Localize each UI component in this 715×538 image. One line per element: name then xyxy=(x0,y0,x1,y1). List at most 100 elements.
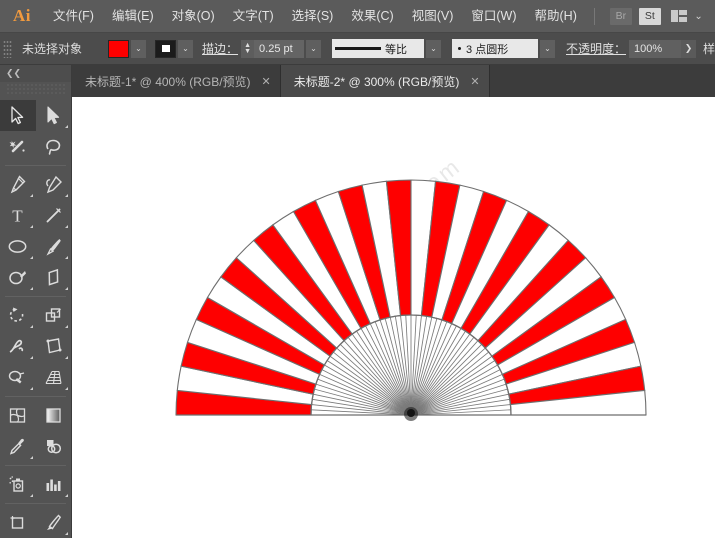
magic-wand-tool[interactable] xyxy=(0,131,36,162)
svg-text:T: T xyxy=(13,207,24,226)
brush-label: 3 点圆形 xyxy=(466,43,509,56)
tool-row xyxy=(0,469,71,500)
folding-fan-artwork[interactable] xyxy=(72,97,715,538)
flyout-indicator-icon xyxy=(65,225,68,228)
perspective-grid-tool[interactable] xyxy=(36,362,72,393)
brush-chevron-down-icon[interactable]: ⌄ xyxy=(540,39,555,58)
eyedropper-tool[interactable] xyxy=(0,431,36,462)
close-icon[interactable]: ✕ xyxy=(262,75,271,88)
pen-tool[interactable] xyxy=(0,169,36,200)
chevron-down-icon[interactable]: ⌄ xyxy=(694,11,702,22)
opacity-label[interactable]: 不透明度： xyxy=(566,40,626,57)
lasso-tool[interactable] xyxy=(36,131,72,162)
app-logo: Ai xyxy=(13,6,31,25)
artboard-tool[interactable] xyxy=(0,507,36,538)
stroke-weight-input[interactable]: 0.25 pt xyxy=(254,39,305,58)
flyout-indicator-icon xyxy=(65,125,68,128)
tab-untitled-1[interactable]: 未标题-1* @ 400% (RGB/预览) ✕ xyxy=(72,65,281,97)
flyout-indicator-icon xyxy=(29,325,33,328)
shape-builder-tool[interactable] xyxy=(0,362,36,393)
flyout-indicator-icon xyxy=(29,356,33,359)
tools-list: T xyxy=(0,98,71,538)
scale-tool[interactable] xyxy=(36,300,72,331)
selection-tool[interactable] xyxy=(0,100,36,131)
menu-select[interactable]: 选择(S) xyxy=(283,0,343,33)
direct-selection-tool[interactable] xyxy=(36,100,72,131)
menu-file[interactable]: 文件(F) xyxy=(44,0,103,33)
opacity-flyout-arrow-icon[interactable]: ❯ xyxy=(681,39,697,58)
menu-object[interactable]: 对象(O) xyxy=(163,0,224,33)
mesh-tool[interactable] xyxy=(0,400,36,431)
stroke-dropdown-chevron-down-icon[interactable]: ⌄ xyxy=(178,39,194,58)
control-bar: 未选择对象 ⌄ ⌄ 描边： ▲ ▼ 0.25 pt ⌄ 等比 ⌄ 3 点圆形 ⌄… xyxy=(0,33,715,65)
tool-row xyxy=(0,231,71,262)
selection-status: 未选择对象 xyxy=(22,42,83,56)
workspace-switcher-icon[interactable] xyxy=(670,9,688,23)
stroke-weight-label[interactable]: 描边： xyxy=(202,40,238,57)
tools-panel-header[interactable]: ❮❮ xyxy=(0,65,71,82)
line-segment-tool[interactable] xyxy=(36,200,72,231)
flyout-indicator-icon xyxy=(65,325,68,328)
tool-row xyxy=(0,400,71,431)
column-graph-tool[interactable] xyxy=(36,469,72,500)
shaper-tool[interactable] xyxy=(0,262,36,293)
tool-divider xyxy=(5,296,66,297)
flyout-indicator-icon xyxy=(29,494,33,497)
fill-swatch-group[interactable]: ⌄ xyxy=(108,39,155,58)
gradient-tool[interactable] xyxy=(36,400,72,431)
menu-type[interactable]: 文字(T) xyxy=(224,0,283,33)
stroke-profile-select[interactable]: 等比 xyxy=(332,39,425,58)
brush-definition-select[interactable]: 3 点圆形 xyxy=(452,39,538,58)
flyout-indicator-icon xyxy=(29,287,33,290)
document-canvas[interactable]: www.51yuansu.com xyxy=(72,97,715,538)
tool-row xyxy=(0,100,71,131)
stock-button[interactable]: St xyxy=(638,7,661,25)
stroke-weight-chevron-down-icon[interactable]: ⌄ xyxy=(306,39,322,58)
menu-window[interactable]: 窗口(W) xyxy=(462,0,525,33)
menu-edit[interactable]: 编辑(E) xyxy=(103,0,163,33)
menu-help[interactable]: 帮助(H) xyxy=(526,0,586,33)
bridge-button[interactable]: Br xyxy=(609,7,632,25)
slice-tool[interactable] xyxy=(36,507,72,538)
flyout-indicator-icon xyxy=(65,194,68,197)
collapse-panel-icon[interactable]: ❮❮ xyxy=(6,68,21,79)
stroke-weight-stepper[interactable]: ▲ ▼ xyxy=(241,39,255,58)
document-tab-bar: 未标题-1* @ 400% (RGB/预览) ✕ 未标题-2* @ 300% (… xyxy=(72,65,715,97)
tools-panel: ❮❮ T xyxy=(0,65,72,538)
flyout-indicator-icon xyxy=(65,256,68,259)
styles-label-clipped[interactable]: 样 xyxy=(703,40,715,57)
tool-row xyxy=(0,431,71,462)
blend-tool[interactable] xyxy=(36,431,72,462)
flyout-indicator-icon xyxy=(29,225,33,228)
type-tool[interactable]: T xyxy=(0,200,36,231)
eraser-tool[interactable] xyxy=(36,262,72,293)
symbol-sprayer-tool[interactable] xyxy=(0,469,36,500)
tools-panel-grip[interactable] xyxy=(6,83,65,96)
illustrator-window: Ai 文件(F) 编辑(E) 对象(O) 文字(T) 选择(S) 效果(C) 视… xyxy=(0,0,715,538)
stepper-down-icon: ▼ xyxy=(244,47,251,55)
tool-row xyxy=(0,131,71,162)
flyout-indicator-icon xyxy=(65,387,68,390)
brush-preview-icon xyxy=(458,47,462,50)
menu-bar: Ai 文件(F) 编辑(E) 对象(O) 文字(T) 选择(S) 效果(C) 视… xyxy=(0,0,715,33)
rotate-tool[interactable] xyxy=(0,300,36,331)
paintbrush-tool[interactable] xyxy=(36,231,72,262)
stroke-swatch-group[interactable]: ⌄ xyxy=(155,39,202,58)
fill-color-swatch[interactable] xyxy=(108,39,130,58)
free-transform-tool[interactable] xyxy=(36,331,72,362)
tool-row: T xyxy=(0,200,71,231)
fill-dropdown-chevron-down-icon[interactable]: ⌄ xyxy=(131,39,147,58)
close-icon[interactable]: ✕ xyxy=(470,75,479,88)
control-bar-grip[interactable] xyxy=(3,39,12,58)
ellipse-tool[interactable] xyxy=(0,231,36,262)
menu-view[interactable]: 视图(V) xyxy=(403,0,463,33)
stroke-color-swatch[interactable] xyxy=(155,39,177,58)
curvature-tool[interactable] xyxy=(36,169,72,200)
tool-row xyxy=(0,169,71,200)
opacity-input[interactable]: 100% xyxy=(629,39,682,58)
width-tool[interactable] xyxy=(0,331,36,362)
menu-effect[interactable]: 效果(C) xyxy=(342,0,402,33)
flyout-indicator-icon xyxy=(29,456,33,459)
tab-untitled-2[interactable]: 未标题-2* @ 300% (RGB/预览) ✕ xyxy=(280,65,490,97)
stroke-profile-chevron-down-icon[interactable]: ⌄ xyxy=(426,39,442,58)
